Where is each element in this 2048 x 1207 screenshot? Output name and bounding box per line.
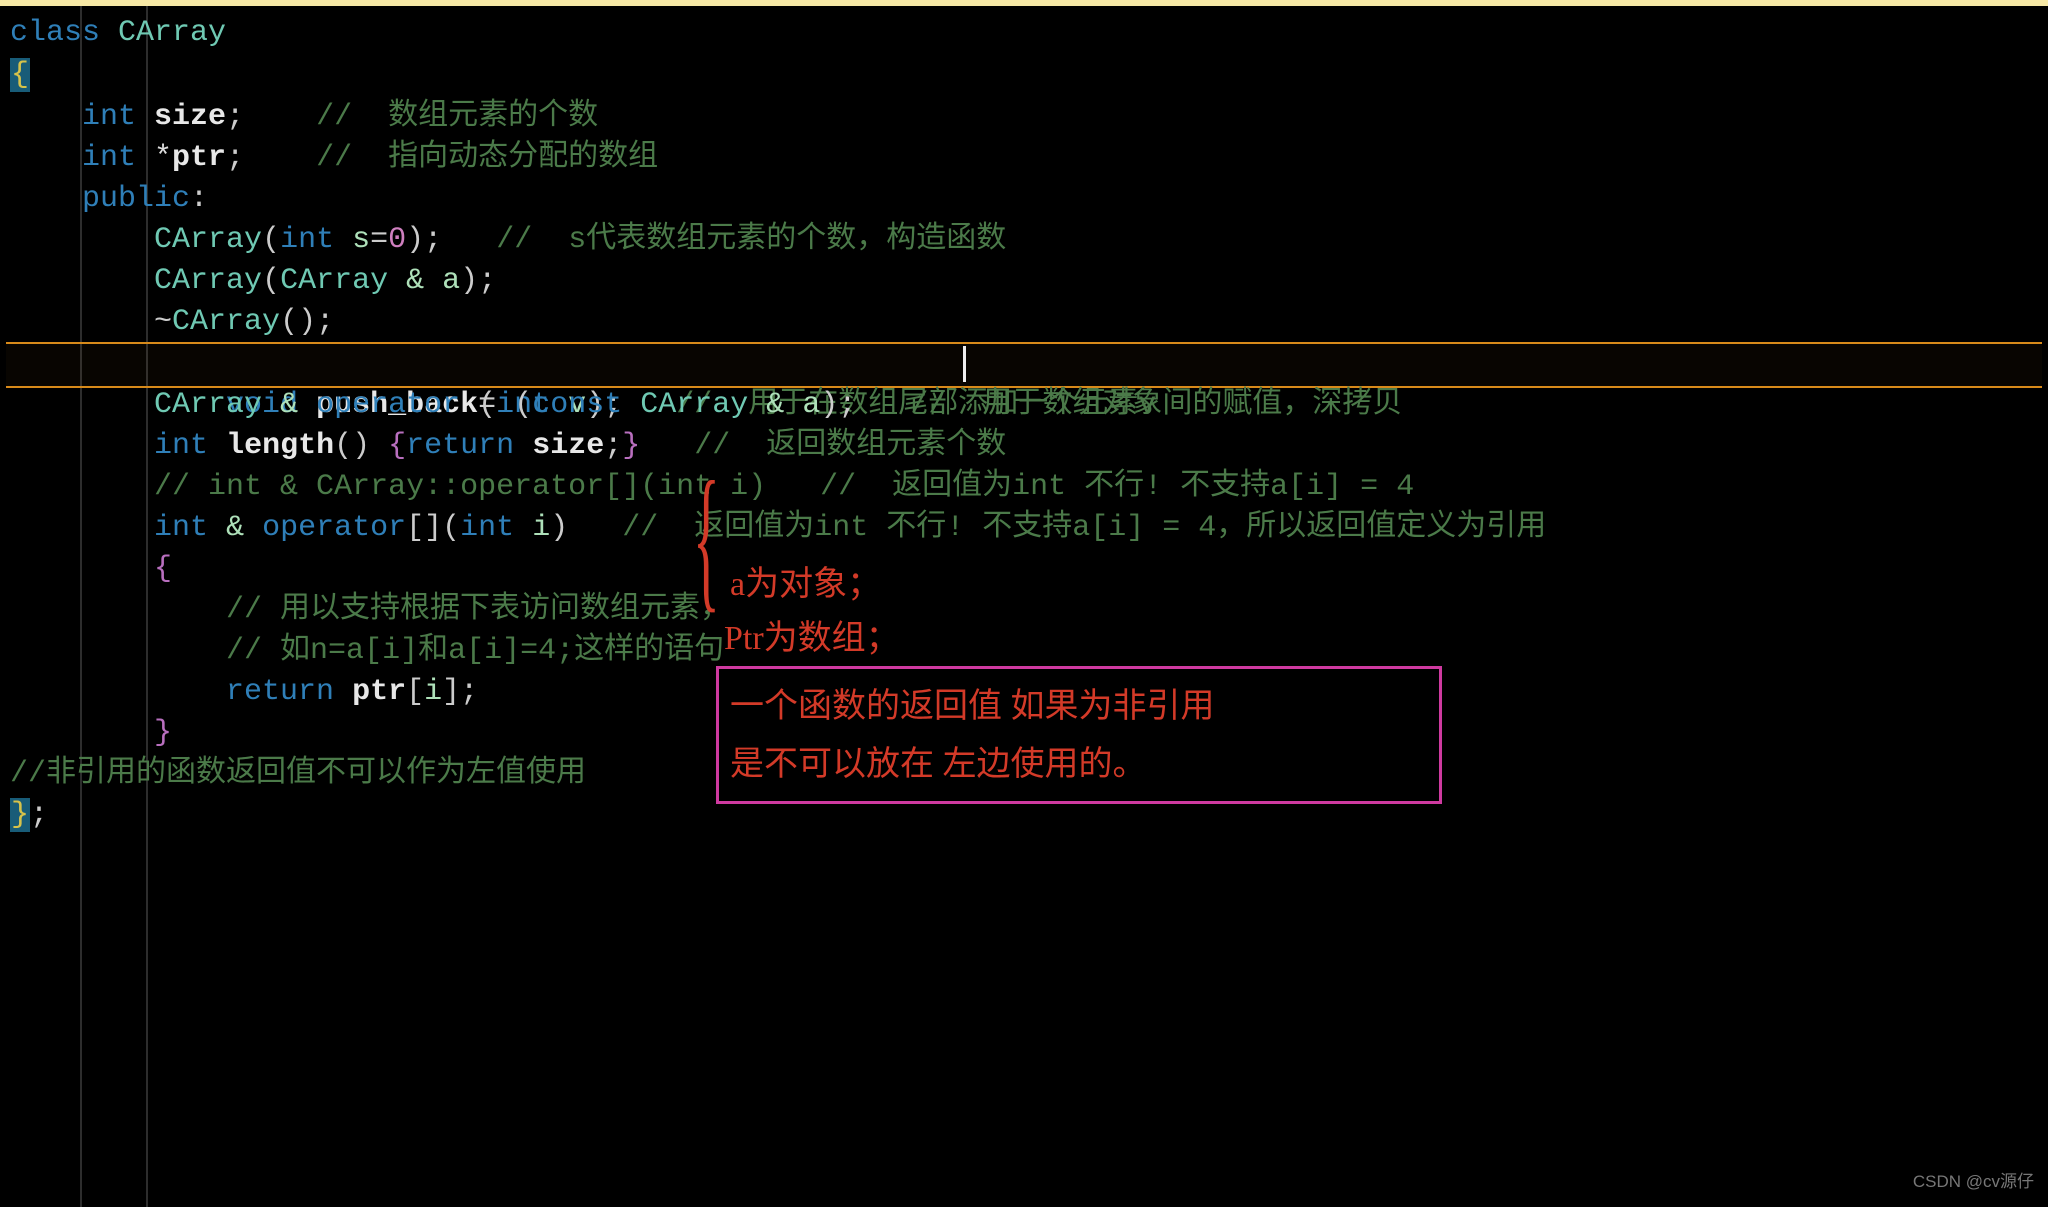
annotation-text: a为对象； [730,564,881,606]
code-line: ~CArray(); [10,301,2038,343]
code-line: void push_back(int v); // 用于在数组尾部添加一个元素v [10,342,2038,384]
code-line: { [10,54,2038,96]
code-line: { [10,548,2038,590]
code-line: int & operator[](int i) // 返回值为int 不行! 不… [10,507,2038,549]
code-line: CArray & operator = (const CArray & a); … [10,384,2038,426]
code-editor[interactable]: class CArray { int size; // 数组元素的个数 int … [0,0,2048,1207]
annotation-text: 是不可以放在 左边使用的。 [730,744,1147,786]
watermark: CSDN @cv源仔 [1913,1161,2034,1203]
code-line: CArray(CArray & a); [10,260,2038,302]
code-line: int *ptr; // 指向动态分配的数组 [10,137,2038,179]
annotation-brace: { [693,516,720,558]
code-line: class CArray [10,12,2038,54]
annotation-text: 一个函数的返回值 如果为非引用 [730,686,1215,728]
code-line: public: [10,178,2038,220]
annotation-text: Ptr为数组； [724,618,900,660]
code-line: CArray(int s=0); // s代表数组元素的个数，构造函数 [10,219,2038,261]
text-cursor [963,346,966,382]
code-line: int length() {return size;} // 返回数组元素个数 [10,425,2038,467]
code-line: // int & CArray::operator[](int i) // 返回… [10,466,2038,508]
code-line: int size; // 数组元素的个数 [10,96,2038,138]
code-line: // 用以支持根据下表访问数组元素， [10,589,2038,631]
